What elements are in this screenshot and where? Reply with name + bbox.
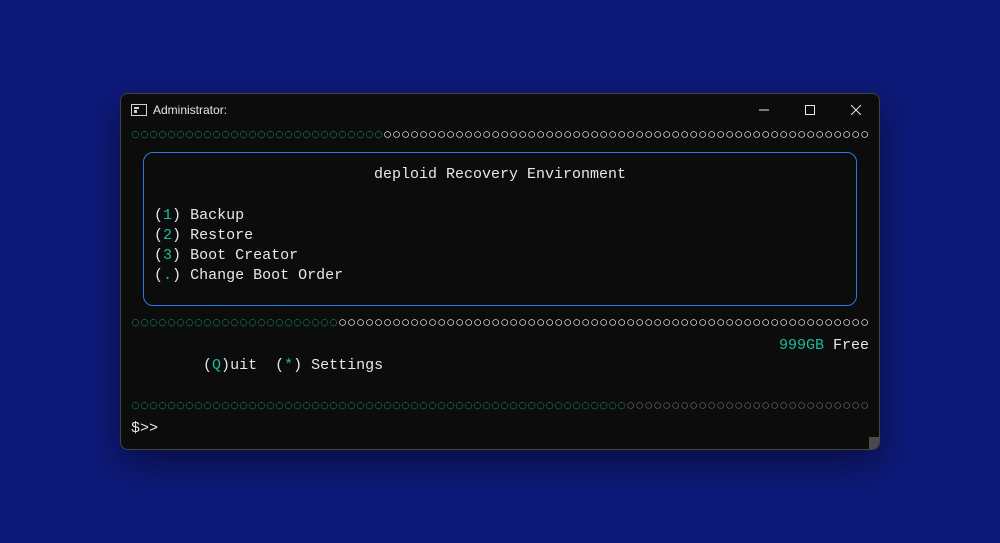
menu-label: Restore: [190, 227, 253, 244]
divider-mid: ◌◌◌◌◌◌◌◌◌◌◌◌◌◌◌◌◌◌◌◌◌◌◌○○○○○○○○○○○○○○○○○…: [131, 314, 869, 334]
scrollbar[interactable]: [869, 126, 879, 449]
maximize-button[interactable]: [787, 94, 833, 126]
disk-free: 999GB Free: [779, 336, 869, 356]
quit-option[interactable]: (Q)uit: [203, 357, 257, 374]
close-icon: [851, 105, 861, 115]
maximize-icon: [805, 105, 815, 115]
menu-item[interactable]: (3) Boot Creator: [154, 246, 846, 266]
menu-items: (1) Backup(2) Restore(3) Boot Creator(.)…: [144, 206, 856, 287]
window-controls: [741, 94, 879, 126]
menu-box: deploid Recovery Environment (1) Backup(…: [143, 152, 857, 305]
minimize-button[interactable]: [741, 94, 787, 126]
menu-item[interactable]: (2) Restore: [154, 226, 846, 246]
close-button[interactable]: [833, 94, 879, 126]
menu-item[interactable]: (1) Backup: [154, 206, 846, 226]
menu-item[interactable]: (.) Change Boot Order: [154, 266, 846, 286]
menu-hotkey: 2: [163, 227, 172, 244]
window-title: Administrator:: [153, 103, 741, 117]
menu-hotkey: 3: [163, 247, 172, 264]
footer-line: (Q)uit (*) Settings 999GB Free: [131, 336, 869, 397]
titlebar[interactable]: Administrator:: [121, 94, 879, 126]
menu-label: Backup: [190, 207, 244, 224]
minimize-icon: [759, 105, 769, 115]
menu-label: Boot Creator: [190, 247, 298, 264]
app-window: Administrator: ◌◌◌◌◌◌◌◌◌◌◌◌◌◌◌◌◌◌◌◌◌◌◌◌◌…: [120, 93, 880, 450]
settings-option[interactable]: (*) Settings: [275, 357, 383, 374]
divider-top: ◌◌◌◌◌◌◌◌◌◌◌◌◌◌◌◌◌◌◌◌◌◌◌◌◌◌◌◌○○○○○○○○○○○○…: [131, 126, 869, 146]
divider-bottom: ◌◌◌◌◌◌◌◌◌◌◌◌◌◌◌◌◌◌◌◌◌◌◌◌◌◌◌◌◌◌◌◌◌◌◌◌◌◌◌◌…: [131, 397, 869, 417]
scrollbar-thumb[interactable]: [869, 437, 879, 449]
console-icon: [131, 104, 147, 116]
menu-hotkey: .: [163, 267, 172, 284]
menu-label: Change Boot Order: [190, 267, 343, 284]
prompt[interactable]: $>>: [131, 419, 869, 439]
terminal-body: ◌◌◌◌◌◌◌◌◌◌◌◌◌◌◌◌◌◌◌◌◌◌◌◌◌◌◌◌○○○○○○○○○○○○…: [121, 126, 879, 449]
box-title: deploid Recovery Environment: [144, 153, 856, 205]
menu-hotkey: 1: [163, 207, 172, 224]
